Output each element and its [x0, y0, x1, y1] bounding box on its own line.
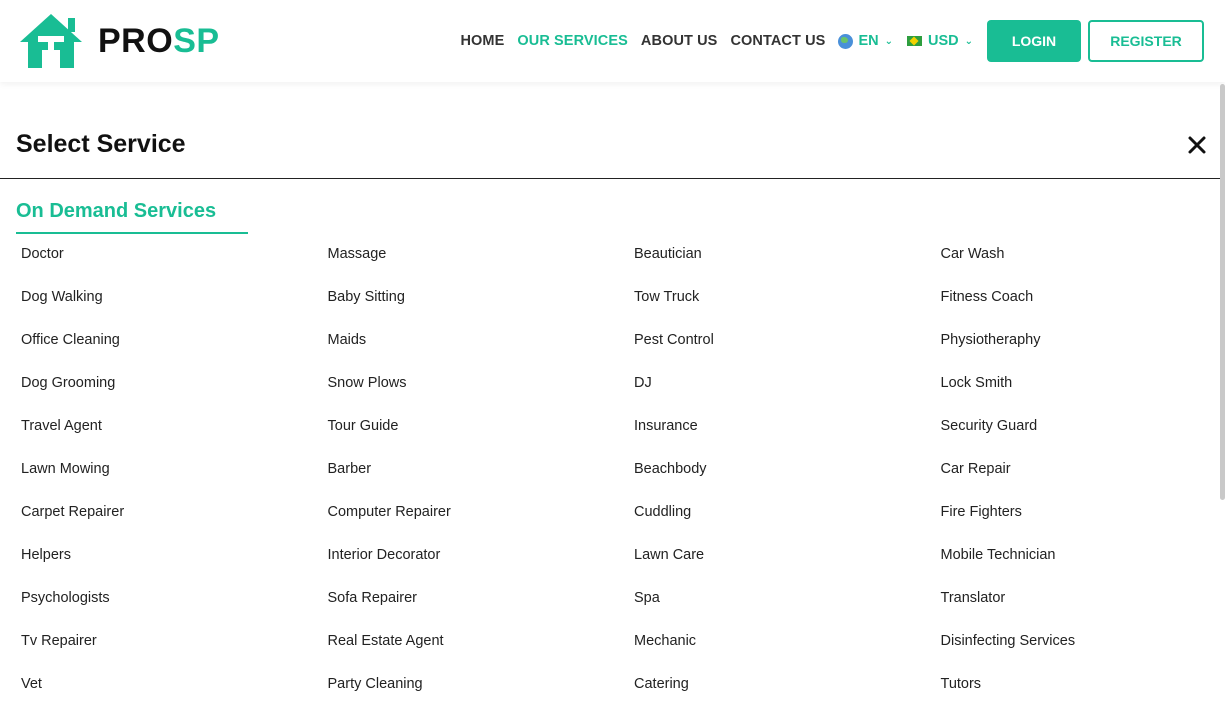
service-item[interactable]: Dog Walking	[21, 287, 328, 330]
service-item[interactable]: Mechanic	[634, 631, 941, 674]
service-item[interactable]: Beachbody	[634, 459, 941, 502]
service-item[interactable]: Security Guard	[941, 416, 1221, 459]
service-item[interactable]: Psychologists	[21, 588, 328, 631]
nav-about-us[interactable]: ABOUT US	[641, 33, 718, 49]
service-item[interactable]: Mobile Technician	[941, 545, 1221, 588]
flag-icon	[906, 36, 922, 46]
service-item[interactable]: Beautician	[634, 244, 941, 287]
chevron-down-icon: ⌄	[964, 35, 973, 47]
service-item[interactable]: Insurance	[634, 416, 941, 459]
service-item[interactable]: Helpers	[21, 545, 328, 588]
chevron-down-icon: ⌄	[884, 35, 893, 47]
nav-contact-us[interactable]: CONTACT US	[730, 33, 825, 49]
service-item[interactable]: Lawn Mowing	[21, 459, 328, 502]
service-item[interactable]: Snow Plows	[328, 373, 635, 416]
language-value: EN	[858, 33, 879, 49]
service-item[interactable]: Tv Repairer	[21, 631, 328, 674]
service-item[interactable]: DJ	[634, 373, 941, 416]
currency-dropdown[interactable]: USD ⌄	[906, 33, 973, 49]
service-item[interactable]: Sofa Repairer	[328, 588, 635, 631]
site-logo[interactable]: PROSP	[18, 12, 220, 70]
service-item[interactable]: Real Estate Agent	[328, 631, 635, 674]
section-underline	[16, 232, 248, 234]
page-scrollbar[interactable]	[1220, 84, 1225, 500]
section-title: On Demand Services	[16, 200, 217, 222]
service-item[interactable]: Translator	[941, 588, 1221, 631]
brand-name-part1: PRO	[98, 21, 174, 60]
service-item[interactable]: Tow Truck	[634, 287, 941, 330]
language-dropdown[interactable]: EN ⌄	[838, 33, 893, 49]
nav-home[interactable]: HOME	[460, 33, 504, 49]
service-item[interactable]: Tour Guide	[328, 416, 635, 459]
select-service-panel: Select Service On Demand Services Doctor…	[0, 84, 1225, 722]
service-item[interactable]: Tutors	[941, 674, 1221, 717]
login-button[interactable]: LOGIN	[987, 20, 1081, 62]
service-item[interactable]: Disinfecting Services	[941, 631, 1221, 674]
service-item[interactable]: Office Cleaning	[21, 330, 328, 373]
service-item[interactable]: Computer Repairer	[328, 502, 635, 545]
globe-icon	[838, 33, 854, 49]
brand-name-part2: SP	[173, 21, 220, 60]
service-grid: Doctor Massage Beautician Car Wash Dog Walki…	[21, 244, 1221, 717]
service-item[interactable]: Physiotheraphy	[941, 330, 1221, 373]
register-button[interactable]: REGISTER	[1088, 20, 1204, 62]
house-logo-icon	[20, 14, 82, 68]
service-item[interactable]: Carpet Repairer	[21, 502, 328, 545]
service-item[interactable]: Fire Fighters	[941, 502, 1221, 545]
panel-title: Select Service	[16, 130, 186, 158]
service-item[interactable]: Dog Grooming	[21, 373, 328, 416]
service-item[interactable]: Doctor	[21, 244, 328, 287]
service-item[interactable]: Travel Agent	[21, 416, 328, 459]
service-item[interactable]: Lawn Care	[634, 545, 941, 588]
close-icon[interactable]	[1186, 134, 1208, 156]
service-item[interactable]: Car Repair	[941, 459, 1221, 502]
service-item[interactable]: Cuddling	[634, 502, 941, 545]
service-item[interactable]: Lock Smith	[941, 373, 1221, 416]
service-item[interactable]: Car Wash	[941, 244, 1221, 287]
service-item[interactable]: Pest Control	[634, 330, 941, 373]
service-item[interactable]: Catering	[634, 674, 941, 717]
brand-name: PROSP	[98, 22, 220, 61]
nav-our-services[interactable]: OUR SERVICES	[517, 33, 628, 49]
service-item[interactable]: Baby Sitting	[328, 287, 635, 330]
service-item[interactable]: Massage	[328, 244, 635, 287]
currency-value: USD	[927, 33, 959, 49]
service-item[interactable]: Fitness Coach	[941, 287, 1221, 330]
site-header: PROSP HOME OUR SERVICES ABOUT US CONTACT…	[0, 0, 1225, 82]
panel-divider	[0, 178, 1225, 179]
service-item[interactable]: Spa	[634, 588, 941, 631]
main-nav: HOME OUR SERVICES ABOUT US CONTACT US EN…	[460, 0, 1225, 82]
service-item[interactable]: Vet	[21, 674, 328, 717]
service-item[interactable]: Interior Decorator	[328, 545, 635, 588]
service-item[interactable]: Party Cleaning	[328, 674, 635, 717]
service-item[interactable]: Maids	[328, 330, 635, 373]
service-item[interactable]: Barber	[328, 459, 635, 502]
